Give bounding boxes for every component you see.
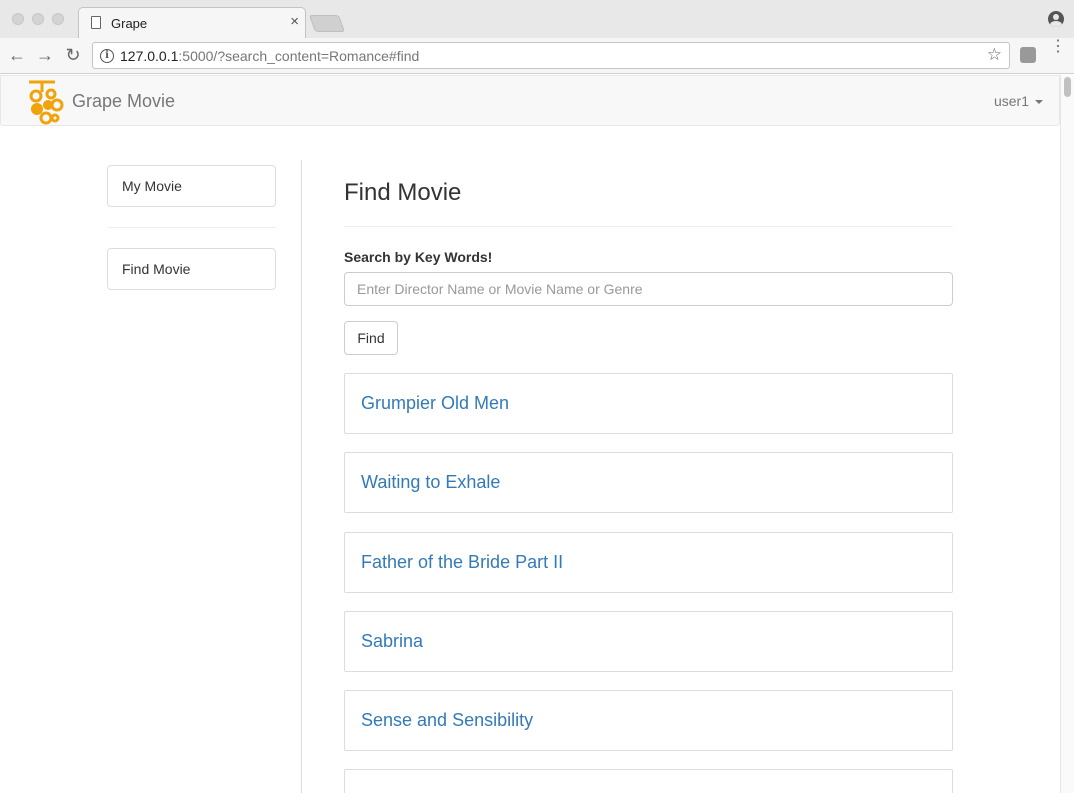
forward-icon[interactable]: → xyxy=(34,44,56,66)
browser-tab[interactable]: Grape × xyxy=(78,7,306,38)
title-rule xyxy=(344,226,953,227)
movie-result-card: Waiting to Exhale xyxy=(344,452,953,513)
browser-menu-icon[interactable]: ⋮ xyxy=(1050,39,1066,55)
url-host: 127.0.0.1 xyxy=(120,48,179,64)
movie-result-card: Father of the Bride Part II xyxy=(344,532,953,593)
tab-title: Grape xyxy=(111,16,148,31)
profile-icon[interactable] xyxy=(1048,11,1064,27)
url-path: :5000/?search_content=Romance#find xyxy=(178,48,420,64)
movie-result-link[interactable]: Waiting to Exhale xyxy=(361,472,936,493)
bookmark-star-icon[interactable]: ☆ xyxy=(987,45,1002,65)
sidebar-item-my-movie[interactable]: My Movie xyxy=(107,165,276,207)
movie-result-card: Grumpier Old Men xyxy=(344,373,953,434)
scrollbar-thumb[interactable] xyxy=(1064,77,1071,97)
movie-result-card-partial xyxy=(344,769,953,793)
search-label: Search by Key Words! xyxy=(344,249,493,265)
page-viewport: Grape Movie user1 My Movie Find Movie Fi… xyxy=(0,75,1060,793)
find-button[interactable]: Find xyxy=(344,321,398,355)
movie-result-link[interactable]: Father of the Bride Part II xyxy=(361,552,936,573)
tab-close-icon[interactable]: × xyxy=(290,13,299,30)
page-icon xyxy=(91,16,101,29)
brand-name[interactable]: Grape Movie xyxy=(72,91,175,112)
movie-result-link[interactable]: Sense and Sensibility xyxy=(361,710,936,731)
page-title: Find Movie xyxy=(344,179,462,206)
navbar: Grape Movie user1 xyxy=(0,75,1060,126)
back-icon[interactable]: ← xyxy=(6,44,28,66)
content-divider xyxy=(301,160,302,793)
sidebar-divider xyxy=(107,227,276,228)
caret-down-icon xyxy=(1035,100,1043,105)
extension-icon[interactable] xyxy=(1020,47,1036,63)
zoom-window-dot[interactable] xyxy=(52,13,64,25)
movie-result-link[interactable]: Sabrina xyxy=(361,631,936,652)
new-tab-button[interactable] xyxy=(308,15,346,32)
user-dropdown[interactable]: user1 xyxy=(994,93,1043,109)
browser-tabstrip: Grape × xyxy=(0,0,1074,38)
search-input[interactable] xyxy=(344,272,953,306)
reload-icon[interactable]: ↻ xyxy=(62,44,84,66)
info-icon[interactable]: i xyxy=(100,49,114,63)
grape-logo-icon[interactable] xyxy=(25,78,65,126)
user-name: user1 xyxy=(993,93,1029,109)
minimize-window-dot[interactable] xyxy=(32,13,44,25)
close-window-dot[interactable] xyxy=(12,13,24,25)
movie-result-link[interactable]: Grumpier Old Men xyxy=(361,393,936,414)
movie-result-card: Sabrina xyxy=(344,611,953,672)
browser-toolbar: ← → ↻ i 127.0.0.1:5000/?search_content=R… xyxy=(0,38,1074,74)
url-text: 127.0.0.1:5000/?search_content=Romance#f… xyxy=(120,48,419,64)
address-bar[interactable]: i 127.0.0.1:5000/?search_content=Romance… xyxy=(92,42,1010,69)
page-scrollbar[interactable] xyxy=(1060,75,1074,793)
sidebar-item-find-movie[interactable]: Find Movie xyxy=(107,248,276,290)
movie-result-card: Sense and Sensibility xyxy=(344,690,953,751)
